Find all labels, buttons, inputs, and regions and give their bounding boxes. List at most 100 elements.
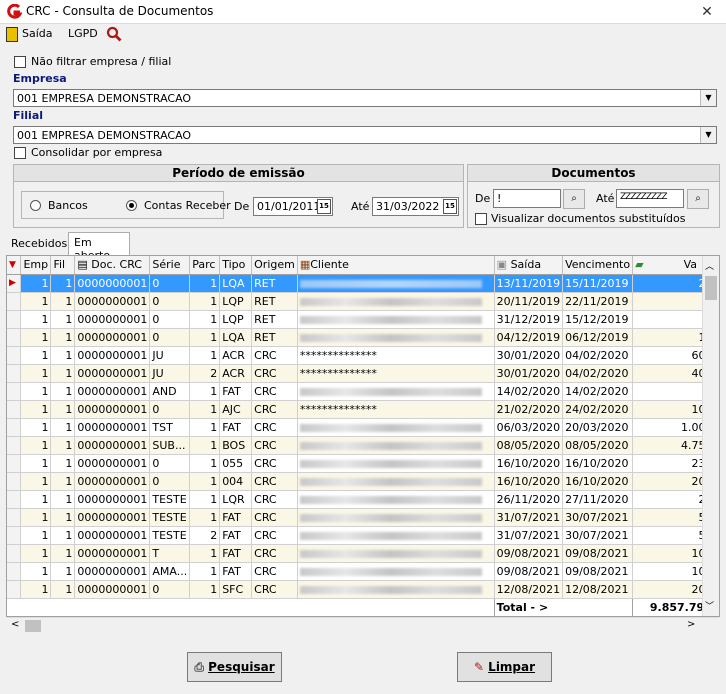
search-icon[interactable] [106,26,122,42]
cell-origem: CRC [251,418,298,437]
close-button[interactable]: ✕ [688,0,726,24]
cell-doccrc: 0000000001 [74,490,151,509]
row-indicator[interactable] [7,580,22,599]
current-row-arrow-icon[interactable]: ▶ [7,274,22,293]
documents-grid[interactable]: ▼ Emp Fil ▤ Doc. CRC Série Parc Tipo Ori… [6,255,720,617]
col-header-tipo[interactable]: Tipo [219,256,253,275]
table-row[interactable]: ▶ 1 1 0000000001 0 1 LQA RET 13/11/2019 15/11/201… [7,274,719,293]
period-de-input[interactable]: 01/01/2011 15 [253,197,333,216]
cell-doccrc: 0000000001 [74,328,151,347]
doc-ate-input[interactable]: ZZZZZZZZZ [616,189,684,208]
cell-parc: 1 [189,418,221,437]
calendar-icon[interactable]: 15 [317,199,331,214]
consolidate-checkbox[interactable] [14,147,26,159]
row-indicator[interactable] [7,454,22,473]
row-indicator[interactable] [7,292,22,311]
scroll-left-icon[interactable]: < [11,619,19,630]
vertical-scrollbar[interactable]: ︿ ﹀ [702,256,719,616]
cell-doccrc: 0000000001 [74,526,151,545]
row-indicator[interactable] [7,382,22,401]
row-indicator[interactable] [7,400,22,419]
scroll-down-icon[interactable]: ﹀ [705,599,714,612]
period-ate-input[interactable]: 31/03/2022 15 [372,197,459,216]
table-row[interactable]: 1 1 0000000001 TESTE 1 LQR CRC 26/11/2020 27/11/… [7,490,719,509]
cell-vencimento: 20/03/2020 [562,418,634,437]
menu-lgpd[interactable]: LGPD [68,27,98,40]
table-row[interactable]: 1 1 0000000001 AMA... 1 FAT CRC 09/08/2021 09/08… [7,562,719,581]
search-button[interactable]: ⎙ Pesquisar [187,652,282,682]
cell-emp: 1 [20,580,52,599]
filial-select[interactable]: 001 EMPRESA DEMONSTRACAO ▼ [13,126,717,144]
table-row[interactable]: 1 1 0000000001 0 1 LQP RET 20/11/2019 22/11/2019… [7,292,719,311]
col-header-parc[interactable]: Parc [189,256,221,275]
menu-bar: Saída LGPD [0,24,726,46]
substitutes-checkbox[interactable] [475,213,487,225]
clear-button[interactable]: ✎ Limpar [457,652,552,682]
row-indicator[interactable] [7,544,22,563]
scroll-up-icon[interactable]: ︿ [705,259,714,272]
doc-de-input[interactable]: ! [493,189,561,208]
row-indicator[interactable] [7,436,22,455]
col-header-cliente[interactable]: ▦Cliente [297,256,495,275]
col-header-origem[interactable]: Origem [251,256,298,275]
contas-receber-radio[interactable] [126,200,137,211]
calendar-icon[interactable]: 15 [443,199,457,214]
cell-doccrc: 0000000001 [74,292,151,311]
cell-fil: 1 [50,292,76,311]
row-indicator[interactable] [7,418,22,437]
cell-fil: 1 [50,310,76,329]
col-header-serie[interactable]: Série [149,256,191,275]
col-header-saida[interactable]: ▣ Saída [494,256,564,275]
table-row[interactable]: 1 1 0000000001 0 1 LQA RET 04/12/2019 06/12/2019… [7,328,719,347]
col-header-vencimento[interactable]: Vencimento [562,256,634,275]
cell-srie: TESTE [149,490,191,509]
period-ate-label: Até [351,200,370,213]
table-row[interactable]: 1 1 0000000001 0 1 055 CRC 16/10/2020 16/10/2020… [7,454,719,473]
row-indicator[interactable] [7,562,22,581]
chevron-down-icon[interactable]: ▼ [700,127,716,143]
table-row[interactable]: 1 1 0000000001 AND 1 FAT CRC 14/02/2020 14/02/20… [7,382,719,401]
empresa-select[interactable]: 001 EMPRESA DEMONSTRACAO ▼ [13,89,717,107]
row-indicator[interactable] [7,472,22,491]
table-row[interactable]: 1 1 0000000001 0 1 004 CRC 16/10/2020 16/10/2020… [7,472,719,491]
cell-sada: 09/08/2021 [494,562,564,581]
scroll-thumb[interactable] [705,276,717,300]
menu-exit[interactable]: Saída [22,27,53,40]
table-row[interactable]: 1 1 0000000001 0 1 SFC CRC 12/08/2021 12/08/2021… [7,580,719,599]
no-filter-checkbox[interactable] [14,56,26,68]
row-indicator[interactable] [7,346,22,365]
binoculars-icon[interactable]: ⌕ [687,189,709,209]
binoculars-icon[interactable]: ⌕ [563,189,585,209]
row-indicator[interactable] [7,364,22,383]
tab-recebidos[interactable]: Recebidos [6,234,68,254]
table-row[interactable]: 1 1 0000000001 T 1 FAT CRC 09/08/2021 09/08/2021… [7,544,719,563]
col-header-doc-label: Doc. CRC [91,258,142,272]
row-indicator[interactable] [7,508,22,527]
col-header-saida-label: Saída [510,258,542,272]
row-indicator[interactable] [7,310,22,329]
table-row[interactable]: 1 1 0000000001 0 1 AJC CRC ************** 21/02/… [7,400,719,419]
bancos-radio[interactable] [30,200,41,211]
table-row[interactable]: 1 1 0000000001 JU 2 ACR CRC ************** 30/01… [7,364,719,383]
cell-vencimento: 06/12/2019 [562,328,634,347]
row-indicator[interactable] [7,526,22,545]
row-indicator[interactable] [7,328,22,347]
col-header-emp[interactable]: Emp [20,256,52,275]
hscroll-thumb[interactable] [25,620,41,632]
table-row[interactable]: 1 1 0000000001 SUB... 1 BOS CRC 08/05/2020 08/05… [7,436,719,455]
cell-origem: CRC [251,454,298,473]
table-row[interactable]: 1 1 0000000001 0 1 LQP RET 31/12/2019 15/12/2019… [7,310,719,329]
horizontal-scrollbar[interactable]: < > [7,617,719,634]
scroll-right-icon[interactable]: > [687,619,695,630]
col-header-fil[interactable]: Fil [50,256,76,275]
redacted-client-name [299,297,483,306]
col-header-doc[interactable]: ▤ Doc. CRC [74,256,151,275]
table-row[interactable]: 1 1 0000000001 TESTE 1 FAT CRC 31/07/2021 30/07/… [7,508,719,527]
row-indicator[interactable] [7,490,22,509]
table-row[interactable]: 1 1 0000000001 TST 1 FAT CRC 06/03/2020 20/03/20… [7,418,719,437]
exit-door-icon[interactable] [6,27,18,42]
table-row[interactable]: 1 1 0000000001 TESTE 2 FAT CRC 31/07/2021 30/07/… [7,526,719,545]
chevron-down-icon[interactable]: ▼ [700,90,716,106]
tab-em-aberto[interactable]: Em aberto [68,232,130,262]
table-row[interactable]: 1 1 0000000001 JU 1 ACR CRC ************** 30/01… [7,346,719,365]
